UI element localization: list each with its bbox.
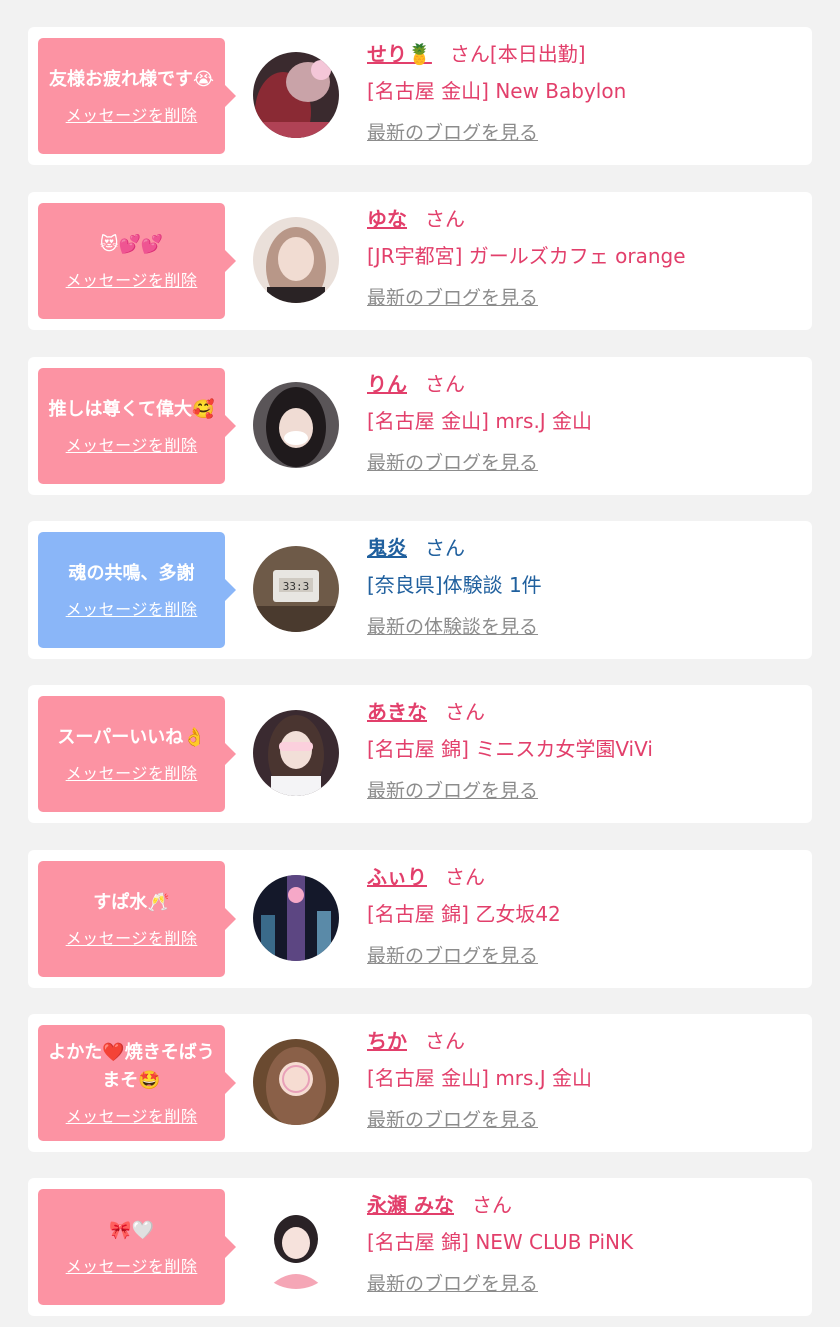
message-text: 推しは尊くて偉大🥰 (48, 399, 215, 420)
clock-photo-icon: 33:3 (253, 546, 339, 632)
list-item: 友様お疲れ様です😭 メッセージを削除 せり🍍 さん[本日出勤] [名古屋 金山] … (28, 27, 812, 165)
shop-info: [奈良県]体験談 1件 (367, 573, 542, 597)
message-bubble: 😻💕💕 メッセージを削除 (38, 203, 236, 319)
delete-message-link[interactable]: メッセージを削除 (66, 432, 198, 456)
avatar[interactable] (253, 1203, 339, 1289)
name-suffix: さん (445, 865, 485, 889)
latest-blog-link[interactable]: 最新のブログを見る (367, 117, 538, 149)
delete-message-link[interactable]: メッセージを削除 (66, 760, 198, 784)
delete-message-link[interactable]: メッセージを削除 (66, 1103, 198, 1127)
shop-info: [名古屋 錦] ミニスカ女学園ViVi (367, 737, 653, 761)
name-suffix: さん (425, 372, 465, 396)
svg-text:33:3: 33:3 (283, 580, 310, 593)
list-item: 魂の共鳴、多謝 メッセージを削除 33:3 鬼炎 さん [奈良県]体験談 1件 最… (28, 521, 812, 659)
girl-photo-warm-icon (253, 1039, 339, 1125)
latest-blog-link[interactable]: 最新のブログを見る (367, 940, 538, 972)
user-name-link[interactable]: 永瀬 みな (367, 1193, 454, 1217)
night-photo-icon (253, 875, 339, 961)
girl-photo-uniform-icon (253, 710, 339, 796)
message-bubble: 推しは尊くて偉大🥰 メッセージを削除 (38, 368, 236, 484)
message-text: 魂の共鳴、多謝 (68, 563, 195, 584)
message-text: 友様お疲れ様です😭 (48, 69, 215, 90)
message-bubble: スーパーいいね👌 メッセージを削除 (38, 696, 236, 812)
delete-message-link[interactable]: メッセージを削除 (66, 596, 198, 620)
avatar[interactable] (253, 382, 339, 468)
message-text: よかた❤️焼きそばうまそ🤩 (48, 1042, 215, 1091)
list-item: すぱ水🥂 メッセージを削除 ふぃり さん [名古屋 錦] 乙女坂42 最新のブログ… (28, 850, 812, 988)
girl-photo-red-hair-icon (253, 52, 339, 138)
name-suffix: さん (445, 700, 485, 724)
avatar[interactable] (253, 875, 339, 961)
list-item: 😻💕💕 メッセージを削除 ゆな さん [JR宇都宮] ガールズカフェ orange… (28, 192, 812, 330)
shop-info: [名古屋 金山] mrs.J 金山 (367, 409, 593, 433)
message-text: 🎀🤍 (109, 1220, 154, 1241)
list-item: 推しは尊くて偉大🥰 メッセージを削除 りん さん [名古屋 金山] mrs.J 金… (28, 357, 812, 495)
girl-photo-dark-hair-icon (253, 382, 339, 468)
user-name-link[interactable]: せり🍍 (367, 42, 432, 66)
name-suffix: さん (425, 536, 465, 560)
shop-info: [名古屋 金山] New Babylon (367, 79, 627, 103)
shop-info: [名古屋 金山] mrs.J 金山 (367, 1066, 593, 1090)
user-name-link[interactable]: 鬼炎 (367, 536, 407, 560)
message-bubble: 🎀🤍 メッセージを削除 (38, 1189, 236, 1305)
girl-photo-pink-icon (253, 1203, 339, 1289)
avatar[interactable] (253, 217, 339, 303)
message-bubble: よかた❤️焼きそばうまそ🤩 メッセージを削除 (38, 1025, 236, 1141)
user-name-link[interactable]: あきな (367, 700, 427, 724)
avatar[interactable] (253, 52, 339, 138)
latest-review-link[interactable]: 最新の体験談を見る (367, 611, 538, 643)
avatar[interactable] (253, 1039, 339, 1125)
user-name-link[interactable]: ゆな (367, 207, 407, 231)
latest-blog-link[interactable]: 最新のブログを見る (367, 775, 538, 807)
shop-info: [名古屋 錦] 乙女坂42 (367, 902, 561, 926)
delete-message-link[interactable]: メッセージを削除 (66, 1253, 198, 1277)
message-text: スーパーいいね👌 (57, 727, 206, 748)
name-suffix: さん (425, 1029, 465, 1053)
latest-blog-link[interactable]: 最新のブログを見る (367, 447, 538, 479)
shop-info: [JR宇都宮] ガールズカフェ orange (367, 244, 686, 268)
list-item: 🎀🤍 メッセージを削除 永瀬 みな さん [名古屋 錦] NEW CLUB PiN… (28, 1178, 812, 1316)
delete-message-link[interactable]: メッセージを削除 (66, 925, 198, 949)
message-text: すぱ水🥂 (93, 892, 170, 913)
name-suffix: さん (425, 207, 465, 231)
avatar[interactable] (253, 710, 339, 796)
delete-message-link[interactable]: メッセージを削除 (66, 267, 198, 291)
list-item: よかた❤️焼きそばうまそ🤩 メッセージを削除 ちか さん [名古屋 金山] mrs… (28, 1014, 812, 1152)
message-bubble: 魂の共鳴、多謝 メッセージを削除 (38, 532, 236, 648)
name-suffix: さん[本日出勤] (449, 42, 586, 66)
list-item: スーパーいいね👌 メッセージを削除 あきな さん [名古屋 錦] ミニスカ女学園V… (28, 685, 812, 823)
delete-message-link[interactable]: メッセージを削除 (66, 102, 198, 126)
latest-blog-link[interactable]: 最新のブログを見る (367, 1104, 538, 1136)
user-name-link[interactable]: りん (367, 372, 407, 396)
user-name-link[interactable]: ふぃり (367, 865, 427, 889)
name-suffix: さん (471, 1193, 512, 1217)
message-list: 友様お疲れ様です😭 メッセージを削除 せり🍍 さん[本日出勤] [名古屋 金山] … (0, 0, 840, 1327)
latest-blog-link[interactable]: 最新のブログを見る (367, 282, 538, 314)
message-bubble: 友様お疲れ様です😭 メッセージを削除 (38, 38, 236, 154)
message-text: 😻💕💕 (99, 234, 164, 255)
message-bubble: すぱ水🥂 メッセージを削除 (38, 861, 236, 977)
girl-photo-light-icon (253, 217, 339, 303)
latest-blog-link[interactable]: 最新のブログを見る (367, 1268, 538, 1300)
shop-info: [名古屋 錦] NEW CLUB PiNK (367, 1230, 634, 1254)
avatar[interactable]: 33:3 (253, 546, 339, 632)
user-name-link[interactable]: ちか (367, 1029, 407, 1053)
